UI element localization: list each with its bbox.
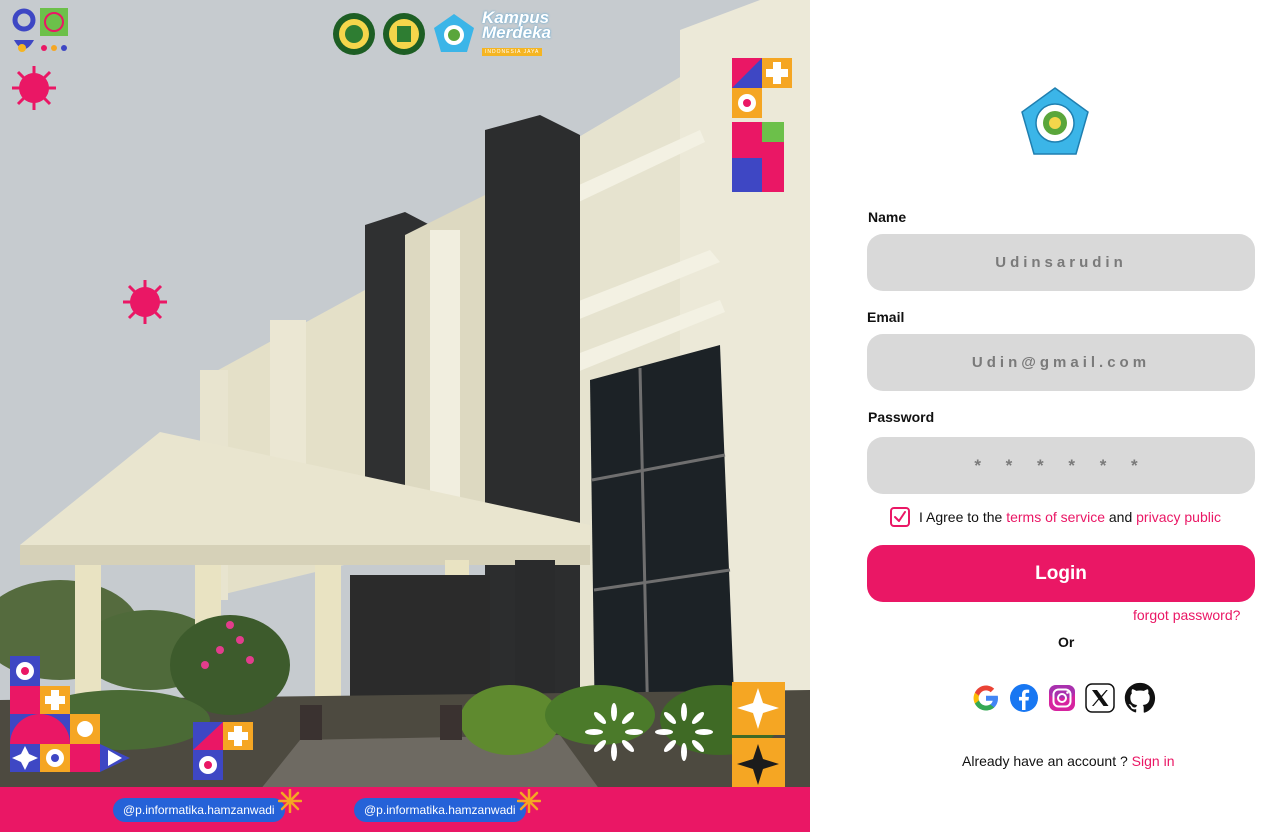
partner-logos: Kampus Merdeka INDONESIA JAYA <box>332 9 551 58</box>
university-seal-icon <box>333 13 375 55</box>
x-icon[interactable] <box>1084 682 1116 714</box>
terms-link[interactable]: terms of service <box>1006 509 1105 525</box>
password-label: Password <box>868 409 935 425</box>
agree-and-text: and <box>1108 509 1133 525</box>
program-logo-icon <box>1021 87 1089 155</box>
github-icon[interactable] <box>1122 680 1158 716</box>
kampus-logo-sub: INDONESIA JAYA <box>482 48 543 56</box>
spark-icon <box>278 789 302 813</box>
instagram-handle-tag[interactable]: @p.informatika.hamzanwadi <box>354 798 526 822</box>
spark-icon <box>517 789 541 813</box>
name-label: Name <box>868 209 907 225</box>
agree-text: I Agree to the <box>919 509 1003 525</box>
hero-panel: Kampus Merdeka INDONESIA JAYA @p.informa… <box>0 0 810 832</box>
name-field[interactable]: Udinsarudin <box>867 234 1255 291</box>
agree-checkbox[interactable] <box>890 507 910 527</box>
faculty-seal-icon <box>383 13 425 55</box>
agree-row: I Agree to the terms of service and priv… <box>890 507 1221 527</box>
google-icon[interactable] <box>970 682 1002 714</box>
login-button[interactable]: Login <box>867 545 1255 602</box>
sign-in-link[interactable]: Sign in <box>1132 753 1175 769</box>
password-field[interactable]: * * * * * * <box>867 437 1255 494</box>
check-icon <box>894 511 906 522</box>
email-field[interactable]: Udin@gmail.com <box>867 334 1255 391</box>
signup-row: Already have an account ? Sign in <box>962 753 1174 769</box>
program-logo-icon <box>434 14 474 52</box>
email-label: Email <box>867 309 905 325</box>
building-photo <box>0 0 810 790</box>
kampus-merdeka-logo: Kampus Merdeka INDONESIA JAYA <box>482 9 551 58</box>
forgot-password-link[interactable]: forgot password? <box>1133 607 1240 623</box>
social-login-row <box>970 680 1158 716</box>
facebook-icon[interactable] <box>1008 682 1040 714</box>
instagram-icon[interactable] <box>1046 682 1078 714</box>
or-divider: Or <box>1058 634 1075 650</box>
kampus-logo-line-2: Merdeka <box>482 23 551 42</box>
signup-prefix: Already have an account ? <box>962 753 1128 769</box>
privacy-link[interactable]: privacy public <box>1136 509 1221 525</box>
instagram-handle-tag[interactable]: @p.informatika.hamzanwadi <box>113 798 285 822</box>
